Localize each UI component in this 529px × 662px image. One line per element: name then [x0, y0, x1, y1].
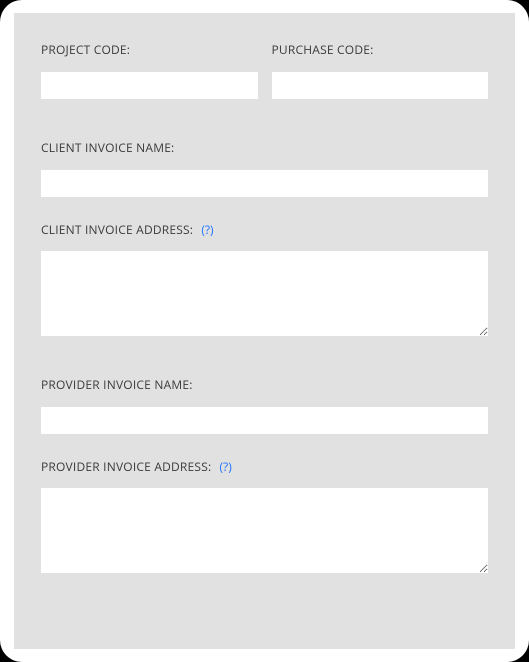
client-invoice-address-field: CLIENT INVOICE ADDRESS: (?)	[41, 217, 488, 336]
purchase-code-label: PURCHASE CODE:	[272, 41, 489, 58]
purchase-code-input[interactable]	[272, 72, 489, 99]
provider-invoice-name-label: PROVIDER INVOICE NAME:	[41, 376, 488, 393]
page-container: PROJECT CODE: PURCHASE CODE: CLIENT INVO…	[0, 0, 529, 662]
provider-invoice-address-input[interactable]	[41, 488, 488, 573]
help-icon[interactable]: (?)	[201, 221, 213, 238]
project-code-label: PROJECT CODE:	[41, 41, 258, 58]
client-invoice-address-input[interactable]	[41, 251, 488, 336]
client-invoice-name-field: CLIENT INVOICE NAME:	[41, 139, 488, 197]
provider-invoice-address-label-row: PROVIDER INVOICE ADDRESS: (?)	[41, 454, 488, 476]
client-invoice-address-label: CLIENT INVOICE ADDRESS:	[41, 221, 193, 238]
provider-invoice-address-label: PROVIDER INVOICE ADDRESS:	[41, 458, 211, 475]
project-code-input[interactable]	[41, 72, 258, 99]
section-gap	[41, 119, 488, 139]
form-panel: PROJECT CODE: PURCHASE CODE: CLIENT INVO…	[14, 13, 515, 649]
client-invoice-name-label: CLIENT INVOICE NAME:	[41, 139, 488, 156]
client-invoice-address-label-row: CLIENT INVOICE ADDRESS: (?)	[41, 217, 488, 239]
section-gap	[41, 356, 488, 376]
provider-invoice-address-field: PROVIDER INVOICE ADDRESS: (?)	[41, 454, 488, 573]
project-code-field: PROJECT CODE:	[41, 41, 258, 99]
client-invoice-name-input[interactable]	[41, 170, 488, 197]
provider-invoice-name-input[interactable]	[41, 407, 488, 434]
provider-invoice-name-field: PROVIDER INVOICE NAME:	[41, 376, 488, 434]
help-icon[interactable]: (?)	[219, 458, 231, 475]
purchase-code-field: PURCHASE CODE:	[272, 41, 489, 99]
codes-row: PROJECT CODE: PURCHASE CODE:	[41, 41, 488, 119]
